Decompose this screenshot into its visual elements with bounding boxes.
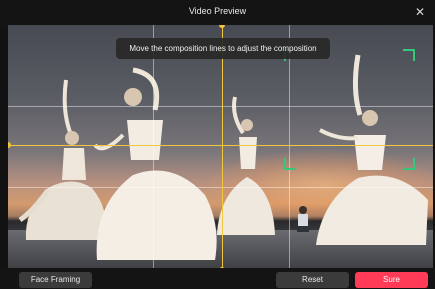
sure-button[interactable]: Sure xyxy=(355,272,428,288)
seated-person xyxy=(293,205,313,233)
grid-line-vertical-1 xyxy=(153,25,154,270)
vertical-line-handle-top[interactable] xyxy=(219,25,225,28)
face-box-corner-bottom-left[interactable] xyxy=(284,158,296,170)
reset-button[interactable]: Reset xyxy=(276,272,349,288)
dancer-figure-4 xyxy=(308,50,433,250)
video-preview-canvas[interactable] xyxy=(8,25,433,270)
dialog-title: Video Preview xyxy=(188,6,247,16)
grid-line-vertical-2 xyxy=(289,25,290,270)
grid-line-horizontal-1 xyxy=(8,106,433,107)
face-framing-button[interactable]: Face Framing xyxy=(19,272,92,288)
horizontal-line-handle-left[interactable] xyxy=(8,142,11,148)
face-box-corner-bottom-right[interactable] xyxy=(403,158,415,170)
dancer-figure-3 xyxy=(213,95,283,245)
video-preview-dialog: Video Preview ✕ Move the composition lin… xyxy=(0,0,435,289)
grid-line-horizontal-2 xyxy=(8,187,433,188)
title-bar: Video Preview ✕ xyxy=(0,0,435,26)
composition-line-vertical[interactable] xyxy=(222,25,223,270)
close-icon[interactable]: ✕ xyxy=(412,4,428,20)
face-box-corner-top-right[interactable] xyxy=(403,49,415,61)
dancer-figure-2 xyxy=(93,65,223,265)
composition-line-horizontal[interactable] xyxy=(8,145,433,146)
composition-hint-tooltip: Move the composition lines to adjust the… xyxy=(116,38,330,59)
